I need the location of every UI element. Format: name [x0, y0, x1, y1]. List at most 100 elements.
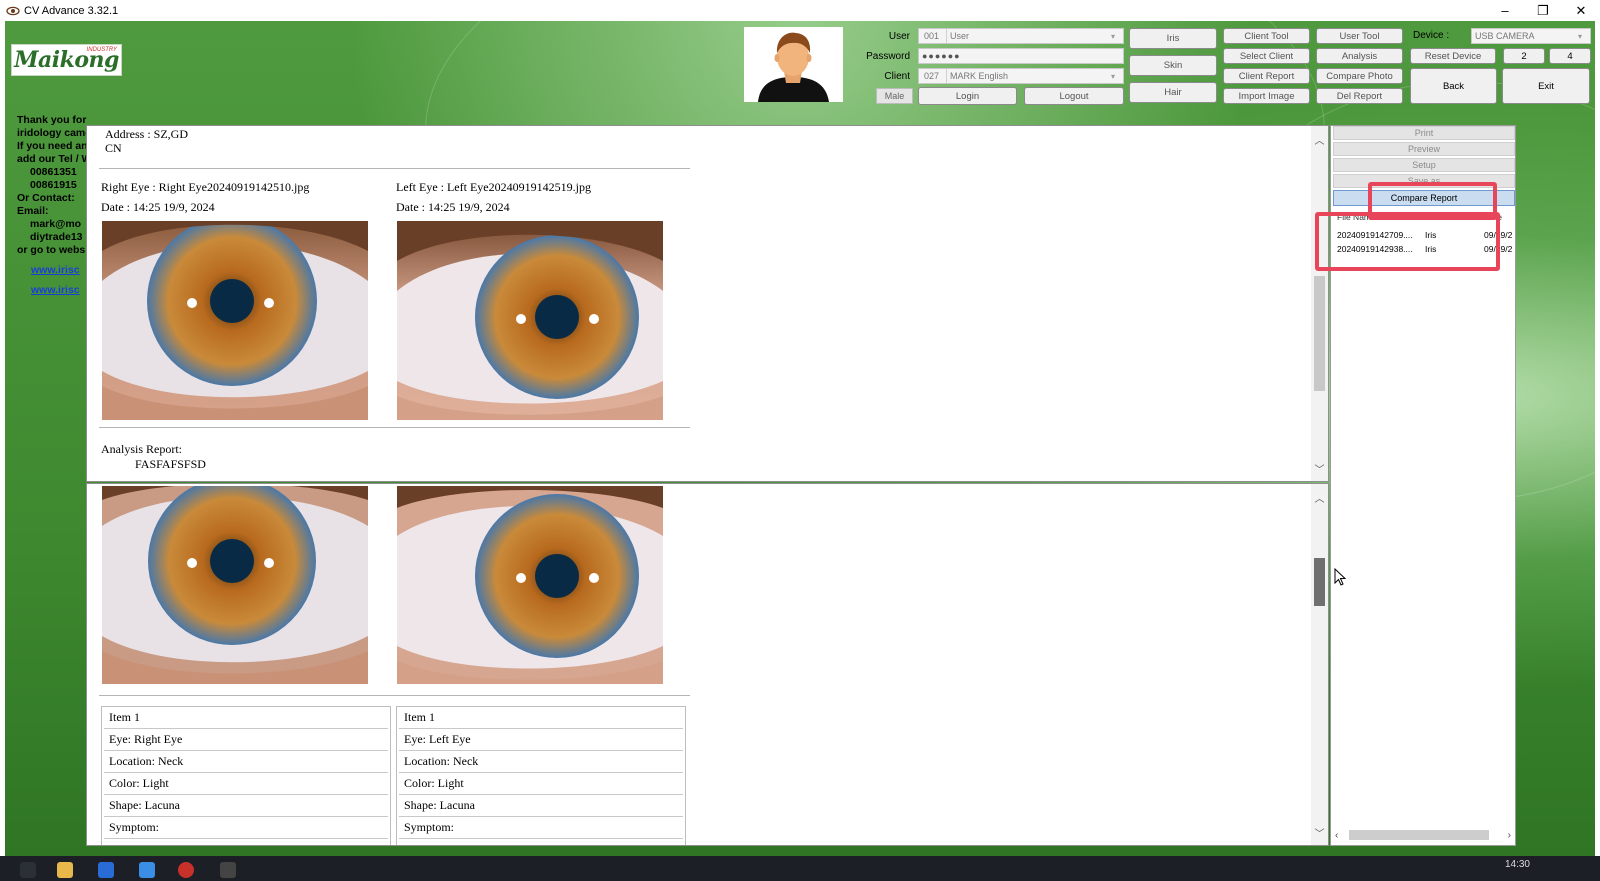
- device-label: Device :: [1413, 30, 1450, 41]
- user-select[interactable]: 001 User ▾: [918, 28, 1124, 44]
- chevron-down-icon[interactable]: ﹀: [1311, 824, 1328, 841]
- taskbar-clock[interactable]: 14:30: [1505, 859, 1530, 870]
- left-eye-filename: Left Eye : Left Eye20240919142519.jpg: [396, 180, 591, 194]
- user-tool-button[interactable]: User Tool: [1316, 28, 1403, 44]
- logo-small-text: INDUSTRY: [86, 47, 117, 53]
- scrollbar-thumb[interactable]: [1314, 558, 1325, 606]
- user-value: User: [950, 31, 970, 41]
- reset-device-button[interactable]: Reset Device: [1410, 48, 1496, 64]
- horizontal-scrollbar[interactable]: ‹ ›: [1333, 827, 1513, 843]
- taskbar: 14:30: [0, 856, 1600, 881]
- client-value: MARK English: [950, 71, 1009, 81]
- chevron-down-icon: ▾: [1111, 71, 1116, 81]
- chevron-down-icon[interactable]: ﹀: [1311, 460, 1328, 477]
- right-eye-filename: Right Eye : Right Eye20240919142510.jpg: [101, 180, 310, 194]
- login-button[interactable]: Login: [918, 87, 1017, 105]
- hair-button[interactable]: Hair: [1129, 82, 1217, 103]
- highlight-box: [1315, 212, 1500, 271]
- scrollbar-thumb[interactable]: [1314, 276, 1325, 391]
- grid-2-button[interactable]: 2: [1503, 48, 1545, 64]
- client-select[interactable]: 027 MARK English ▾: [918, 68, 1124, 84]
- left-eye-item-table: Item 1 Eye: Left Eye Location: Neck Colo…: [396, 706, 686, 845]
- client-tool-button[interactable]: Client Tool: [1223, 28, 1310, 44]
- del-report-button[interactable]: Del Report: [1316, 88, 1403, 104]
- app-icon[interactable]: [139, 862, 155, 878]
- website-link[interactable]: www.irisc: [31, 264, 87, 277]
- client-label: Client: [884, 71, 910, 82]
- table-row: Color: Light: [399, 773, 683, 795]
- select-client-button[interactable]: Select Client: [1223, 48, 1310, 64]
- website-link[interactable]: www.irisc: [31, 284, 87, 297]
- table-row: Shape: Lacuna: [399, 795, 683, 817]
- print-button[interactable]: Print: [1333, 126, 1515, 140]
- left-eye-image: [397, 221, 663, 420]
- table-row: Item 1: [104, 707, 388, 729]
- vertical-scrollbar[interactable]: ︿ ﹀: [1311, 126, 1328, 481]
- exit-button[interactable]: Exit: [1502, 68, 1590, 104]
- title-bar: CV Advance 3.32.1 – ❐ ✕: [0, 0, 1600, 21]
- import-image-button[interactable]: Import Image: [1223, 88, 1310, 104]
- right-eye-image: [102, 486, 368, 684]
- browser-icon[interactable]: [178, 862, 194, 878]
- analysis-report-text: FASFAFSFSD: [135, 457, 206, 471]
- maikong-logo: Maikong INDUSTRY: [11, 44, 122, 76]
- table-row: Item 1: [399, 707, 683, 729]
- left-eye-date: Date : 14:25 19/9, 2024: [396, 200, 510, 214]
- avatar: [744, 27, 843, 102]
- divider: [99, 695, 690, 696]
- right-eye-item-table: Item 1 Eye: Right Eye Location: Neck Col…: [101, 706, 391, 845]
- minimize-button[interactable]: –: [1486, 0, 1524, 21]
- info-line: add our Tel / WhatsApp:: [17, 153, 87, 165]
- client-id: 027: [919, 69, 947, 83]
- password-value: ●●●●●●: [922, 51, 961, 61]
- chevron-down-icon: ▾: [1578, 31, 1583, 41]
- table-row: Symptom:: [399, 817, 683, 839]
- scrollbar-thumb[interactable]: [1349, 830, 1489, 840]
- chevron-left-icon[interactable]: ‹: [1335, 830, 1338, 841]
- analysis-button[interactable]: Analysis: [1316, 48, 1403, 64]
- device-select[interactable]: USB CAMERA ▾: [1471, 28, 1591, 44]
- info-line: If you need any help: [17, 140, 87, 152]
- password-label: Password: [866, 51, 910, 62]
- table-row: Symptom:: [104, 817, 388, 839]
- vertical-scrollbar[interactable]: ︿ ﹀: [1311, 484, 1328, 845]
- chevron-down-icon: ▾: [1111, 31, 1116, 41]
- window-title: CV Advance 3.32.1: [24, 4, 119, 17]
- gender-button[interactable]: Male: [876, 88, 913, 104]
- password-field[interactable]: ●●●●●●: [918, 48, 1124, 64]
- eye-app-icon: [6, 4, 20, 18]
- grid-4-button[interactable]: 4: [1549, 48, 1591, 64]
- report-preview-bottom[interactable]: Item 1 Eye: Right Eye Location: Neck Col…: [86, 483, 1329, 846]
- chevron-up-icon[interactable]: ︿: [1311, 131, 1328, 148]
- info-line: iridology camera: [17, 127, 87, 139]
- start-icon[interactable]: [20, 862, 36, 878]
- setup-button[interactable]: Setup: [1333, 158, 1515, 172]
- app-icon[interactable]: [220, 862, 236, 878]
- app-icon[interactable]: [98, 862, 114, 878]
- client-report-button[interactable]: Client Report: [1223, 68, 1310, 84]
- table-row: Color: Light: [104, 773, 388, 795]
- chevron-up-icon[interactable]: ︿: [1311, 489, 1328, 506]
- back-button[interactable]: Back: [1410, 68, 1497, 104]
- skin-button[interactable]: Skin: [1129, 55, 1217, 76]
- report-preview-top[interactable]: Address : SZ,GD CN Right Eye : Right Eye…: [86, 125, 1329, 482]
- iris-button[interactable]: Iris: [1129, 28, 1217, 49]
- info-line: 00861915: [30, 179, 77, 191]
- table-row: Shape: Lacuna: [104, 795, 388, 817]
- info-line: 00861351: [30, 166, 77, 178]
- compare-photo-button[interactable]: Compare Photo: [1316, 68, 1403, 84]
- folder-icon[interactable]: [57, 862, 73, 878]
- logout-button[interactable]: Logout: [1024, 87, 1124, 105]
- info-line: diytrade13: [30, 231, 83, 243]
- info-line: Thank you for your order Maikong: [17, 114, 87, 126]
- info-line: or go to website: [17, 244, 87, 256]
- user-id: 001: [919, 29, 947, 43]
- close-button[interactable]: ✕: [1562, 0, 1600, 21]
- address-text: Address : SZ,GD: [105, 127, 188, 141]
- chevron-right-icon[interactable]: ›: [1508, 830, 1511, 841]
- maximize-button[interactable]: ❐: [1524, 0, 1562, 21]
- preview-button[interactable]: Preview: [1333, 142, 1515, 156]
- info-line: Or Contact:: [17, 192, 75, 204]
- device-value: USB CAMERA: [1475, 31, 1535, 41]
- divider: [99, 168, 690, 169]
